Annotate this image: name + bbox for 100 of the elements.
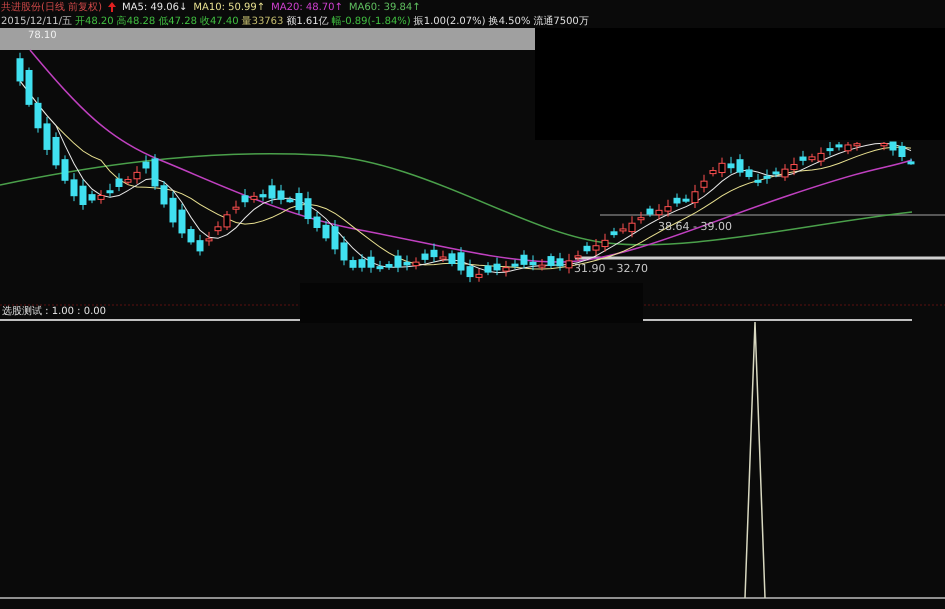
candlestick	[818, 146, 824, 166]
candlestick	[160, 180, 168, 208]
moving-average-value: MA5: 49.06↓	[122, 2, 188, 12]
candlestick	[826, 142, 834, 156]
candlestick	[574, 250, 582, 262]
candlestick	[332, 220, 338, 255]
moving-average-value: MA10: 50.99↑	[193, 2, 266, 12]
candlestick	[314, 211, 320, 232]
quote-value: 开48.20	[75, 15, 114, 28]
candlestick	[512, 259, 518, 270]
candlestick	[746, 166, 752, 180]
quote-value: 振1.00(2.07%)	[414, 15, 486, 28]
candlestick	[196, 234, 204, 256]
candlestick	[728, 156, 734, 174]
candlestick	[538, 258, 546, 271]
candlestick	[296, 187, 302, 215]
candlestick	[260, 189, 266, 202]
candlestick	[764, 169, 770, 184]
candlestick	[736, 154, 744, 178]
candlestick	[98, 190, 104, 204]
candlestick	[178, 203, 186, 238]
candlestick	[664, 199, 672, 218]
candlestick	[620, 223, 626, 234]
candlestick	[206, 231, 212, 246]
price-range-label: 31.90 - 32.70	[574, 262, 648, 275]
candlestick	[304, 191, 312, 225]
quote-value: 流通7500万	[533, 14, 589, 28]
candlestick	[278, 184, 284, 205]
candlestick	[908, 158, 914, 166]
moving-average-value: MA60: 39.84↑	[348, 2, 421, 12]
candlestick	[880, 142, 888, 151]
candlestick	[610, 227, 618, 238]
candlestick	[628, 216, 636, 238]
candlestick	[152, 154, 158, 190]
candlestick	[116, 172, 122, 192]
quote-value: 幅-0.89(-1.84%)	[332, 15, 411, 28]
candlestick	[520, 250, 528, 269]
candlestick	[322, 220, 330, 242]
candlestick	[106, 183, 114, 198]
candlestick	[26, 67, 32, 108]
candlestick	[466, 259, 474, 283]
candlestick	[844, 142, 852, 155]
candlestick	[134, 166, 140, 184]
candlestick	[430, 242, 438, 263]
candlestick	[754, 173, 762, 187]
candlestick	[250, 192, 258, 204]
candlestick	[602, 233, 608, 252]
candlestick	[242, 188, 248, 208]
candlestick	[836, 142, 842, 152]
candlestick	[458, 246, 464, 276]
candlestick	[16, 52, 24, 86]
candlestick	[790, 157, 798, 176]
candlestick	[386, 260, 392, 270]
candlestick	[124, 176, 132, 186]
candlestick	[800, 150, 806, 166]
indicator-label: 选股测试 : 1.00 : 0.00	[2, 306, 106, 317]
candlestick	[358, 254, 366, 272]
quote-value: 收47.40	[200, 15, 239, 28]
candlestick	[890, 142, 896, 156]
candlestick	[224, 210, 230, 230]
candlestick	[494, 257, 500, 276]
candlestick	[530, 254, 536, 271]
candlestick	[368, 250, 374, 274]
candlestick	[286, 196, 294, 204]
candlestick	[440, 250, 446, 263]
candlestick	[70, 172, 78, 202]
marker-icon	[108, 2, 116, 12]
candlestick	[700, 174, 708, 193]
candlestick	[646, 205, 654, 218]
candlestick	[422, 248, 428, 264]
candlestick	[44, 116, 50, 156]
moving-average-value: MA20: 48.70↑	[271, 2, 343, 12]
quote-value: 额1.61亿	[286, 14, 329, 28]
quote-value: 高48.28	[116, 14, 156, 28]
candlestick	[674, 193, 680, 208]
candlestick	[188, 226, 194, 246]
candlestick	[394, 249, 402, 273]
candlestick	[718, 157, 726, 178]
candlestick	[404, 254, 410, 271]
candlestick	[340, 236, 348, 266]
candlestick	[566, 253, 572, 274]
candlestick	[268, 178, 276, 204]
candlestick	[854, 142, 860, 152]
candlestick	[782, 164, 788, 182]
candlestick	[502, 260, 510, 277]
candlestick	[556, 252, 564, 272]
candlestick	[898, 142, 906, 162]
quote-value: 量33763	[242, 15, 284, 28]
candlestick	[548, 253, 554, 268]
candlestick	[350, 256, 356, 271]
candlestick	[682, 194, 690, 204]
candlestick	[376, 260, 384, 272]
stock-title: 共进股份(日线 前复权)	[1, 0, 102, 14]
candlestick	[692, 184, 698, 209]
candlestick	[170, 190, 176, 228]
candlestick	[638, 211, 644, 224]
candlestick	[52, 132, 60, 170]
candlestick	[142, 154, 150, 174]
quote-value: 换4.50%	[488, 15, 530, 28]
candlestick	[448, 250, 456, 267]
